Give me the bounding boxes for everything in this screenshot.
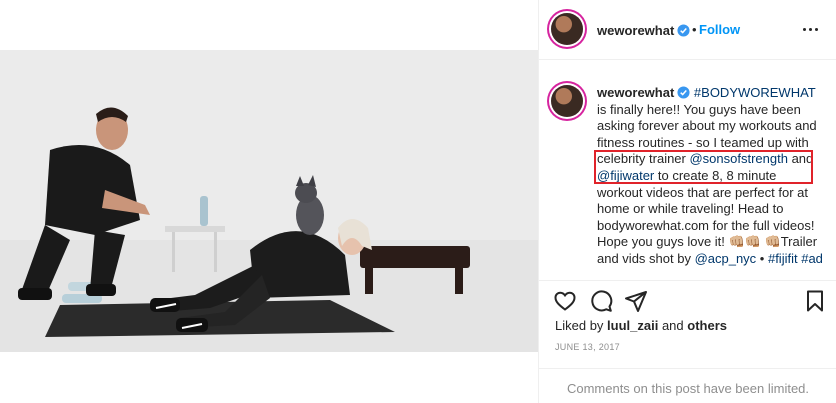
- avatar[interactable]: [551, 13, 583, 45]
- likes-mid: and: [658, 318, 688, 333]
- more-options-icon[interactable]: [803, 22, 827, 36]
- share-icon[interactable]: [624, 289, 648, 313]
- follow-button[interactable]: Follow: [699, 22, 740, 37]
- caption-area: weworewhat #BODYWOREWHAT is finally here…: [539, 60, 836, 280]
- likes-summary: Liked by luul_zaii and others: [555, 318, 727, 333]
- comment-icon[interactable]: [589, 289, 613, 313]
- hashtag-link[interactable]: #fijifit: [768, 251, 798, 266]
- post-actions: Liked by luul_zaii and others JUNE 13, 2…: [539, 280, 836, 400]
- bookmark-icon[interactable]: [803, 289, 827, 313]
- caption-username[interactable]: weworewhat: [597, 85, 674, 100]
- verified-badge-icon: [677, 24, 690, 37]
- verified-badge-icon: [677, 86, 690, 99]
- liker-username[interactable]: luul_zaii: [607, 318, 658, 333]
- caption-text: •: [756, 250, 768, 266]
- author-username[interactable]: weworewhat: [597, 23, 674, 38]
- heart-icon[interactable]: [553, 289, 577, 313]
- video-frame: [0, 50, 538, 352]
- caption-avatar[interactable]: [551, 85, 583, 117]
- comments-limited-notice: Comments on this post have been limited.: [539, 368, 836, 401]
- hashtag-link[interactable]: #ad: [801, 251, 823, 266]
- mention-link[interactable]: @acp_nyc: [695, 251, 757, 266]
- likes-others-link[interactable]: others: [687, 318, 727, 333]
- post-media: [0, 0, 538, 403]
- hashtag-link[interactable]: #BODYWOREWHAT: [694, 85, 816, 100]
- post-date[interactable]: JUNE 13, 2017: [555, 342, 620, 352]
- post-header: weworewhat • Follow: [539, 0, 836, 60]
- author-link[interactable]: weworewhat: [597, 22, 690, 40]
- separator-dot: •: [692, 22, 697, 37]
- likes-prefix: Liked by: [555, 318, 608, 333]
- video-player[interactable]: [0, 50, 538, 352]
- annotation-highlight-box: [594, 150, 813, 184]
- post-side-panel: weworewhat • Follow weworewhat #BODYWORE…: [538, 0, 836, 403]
